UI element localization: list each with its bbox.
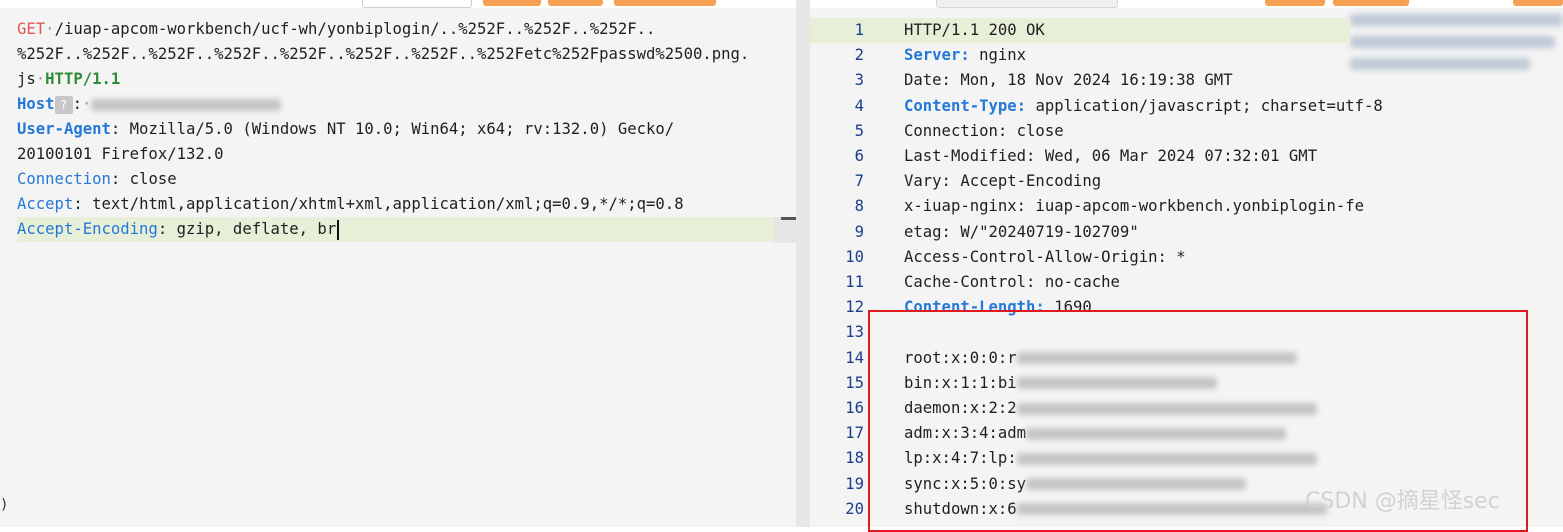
response-value: HTTP/1.1 200 OK [904, 21, 1045, 39]
response-value: application/javascript; charset=utf-8 [1026, 96, 1383, 115]
request-line-3: js·HTTP/1.1 [17, 70, 121, 88]
response-value: nginx [969, 46, 1027, 65]
response-line-text: Last-Modified: Wed, 06 Mar 2024 07:32:01… [904, 144, 1317, 169]
line-number: 8 [854, 197, 864, 216]
response-line-text: Cache-Control: no-cache [904, 270, 1120, 295]
response-line-text: Vary: Accept-Encoding [904, 169, 1101, 194]
response-line-1: 1 HTTP/1.1 200 OK [810, 18, 1350, 43]
toolbar-button-2[interactable] [483, 0, 541, 6]
request-method: GET [17, 20, 46, 38]
response-toolbar [810, 0, 1563, 8]
header-conn-key: Connection [17, 170, 111, 188]
header-conn-value: close [120, 170, 177, 188]
request-path-2: %252F..%252F..%252F..%252F..%252F..%252F… [17, 45, 750, 63]
response-header-key: Content-Type: [904, 96, 1027, 115]
line-number: 11 [845, 273, 864, 291]
request-toolbar [0, 0, 796, 8]
response-line-5: 5 Connection: close [810, 119, 1563, 144]
header-accept: Accept: text/html,application/xhtml+xml,… [17, 195, 684, 213]
line-number: 15 [845, 373, 864, 392]
request-line-2: %252F..%252F..%252F..%252F..%252F..%252F… [17, 42, 749, 67]
line-number: 4 [854, 96, 864, 115]
response-line-text: Server: nginx [904, 43, 1026, 68]
response-value: Cache-Control: no-cache [904, 273, 1120, 291]
header-ua-value-2: 20100101 Firefox/132.0 [17, 145, 224, 163]
response-line-text: Content-Type: application/javascript; ch… [904, 94, 1383, 119]
toolbar-button-7[interactable] [1513, 0, 1563, 6]
scrollbar-track[interactable] [774, 217, 796, 243]
request-line-1: GET·/iuap-apcom-workbench/ucf-wh/yonbipl… [17, 20, 656, 38]
request-protocol: HTTP/1.1 [45, 70, 121, 88]
watermark: CSDN @摘星怪sec [1305, 489, 1500, 514]
line-number: 7 [854, 172, 864, 191]
text-caret [337, 219, 340, 240]
header-host-key: Host [17, 95, 55, 113]
gutter-marker-icon: ) [0, 497, 9, 513]
request-editor[interactable]: GET·/iuap-apcom-workbench/ucf-wh/yonbipl… [0, 8, 796, 527]
response-line-text: Connection: close [904, 119, 1064, 144]
header-ae-value: gzip, deflate, br [167, 220, 337, 238]
response-line-7: 7 Vary: Accept-Encoding [810, 169, 1563, 194]
toolbar-field[interactable] [936, 0, 1118, 8]
header-user-agent-cont: 20100101 Firefox/132.0 [17, 142, 224, 167]
header-ae-key: Accept-Encoding [17, 220, 158, 238]
help-icon[interactable]: ? [54, 95, 73, 114]
line-number: 13 [845, 323, 864, 342]
response-value: etag: W/"20240719-102709" [904, 222, 1139, 241]
toolbar-button-6[interactable] [1333, 0, 1409, 6]
redacted-host-value [91, 98, 282, 111]
line-number: 9 [854, 222, 864, 241]
response-header-key: Server: [904, 46, 970, 65]
header-host: Host?:· [17, 92, 282, 117]
response-value: Vary: Accept-Encoding [904, 172, 1102, 191]
response-line-3: 3 Date: Mon, 18 Nov 2024 16:19:38 GMT [810, 68, 1563, 93]
response-line-10: 10 Access-Control-Allow-Origin: * [810, 245, 1563, 270]
header-accept-value: text/html,application/xhtml+xml,applicat… [82, 195, 684, 213]
toolbar-button-4[interactable] [614, 0, 716, 6]
response-line-text: x-iuap-nginx: iuap-apcom-workbench.yonbi… [904, 194, 1364, 219]
pane-divider[interactable] [796, 0, 810, 527]
request-path-3: js [17, 70, 36, 88]
response-value: Last-Modified: Wed, 06 Mar 2024 07:32:01… [904, 147, 1318, 165]
response-value: Access-Control-Allow-Origin: * [904, 247, 1186, 266]
line-number: 18 [845, 449, 864, 468]
response-line-2: 2 Server: nginx [810, 43, 1563, 68]
response-value: Date: Mon, 18 Nov 2024 16:19:38 GMT [904, 71, 1233, 90]
line-number: 17 [845, 424, 864, 443]
response-line-9: 9 etag: W/"20240719-102709" [810, 220, 1563, 245]
scrollbar-thumb[interactable] [781, 217, 796, 220]
header-accept-encoding: Accept-Encoding: gzip, deflate, br [17, 217, 774, 242]
response-line-text: Date: Mon, 18 Nov 2024 16:19:38 GMT [904, 68, 1233, 93]
line-number: 16 [845, 399, 864, 417]
response-line-text: etag: W/"20240719-102709" [904, 220, 1139, 245]
line-number: 1 [854, 21, 864, 39]
response-value: x-iuap-nginx: iuap-apcom-workbench.yonbi… [904, 197, 1365, 216]
line-number: 2 [854, 46, 864, 65]
line-number: 20 [845, 499, 864, 518]
response-line-6: 6 Last-Modified: Wed, 06 Mar 2024 07:32:0… [810, 144, 1563, 169]
header-user-agent: User-Agent: Mozilla/5.0 (Windows NT 10.0… [17, 120, 675, 138]
response-line-text: HTTP/1.1 200 OK [904, 18, 1045, 43]
response-line-11: 11 Cache-Control: no-cache [810, 270, 1563, 295]
line-number: 3 [854, 71, 864, 90]
request-path-1: /iuap-apcom-workbench/ucf-wh/yonbiplogin… [54, 20, 656, 38]
line-number: 14 [845, 348, 864, 367]
header-connection: Connection: close [17, 170, 177, 188]
line-number: 6 [854, 147, 864, 165]
response-line-text: Access-Control-Allow-Origin: * [904, 245, 1186, 270]
line-number: 19 [845, 474, 864, 493]
header-ua-key: User-Agent [17, 120, 111, 138]
header-accept-key: Accept [17, 195, 74, 213]
response-line-4: 4 Content-Type: application/javascript; c… [810, 94, 1563, 119]
line-number: 12 [845, 298, 864, 317]
toolbar-button-1[interactable] [362, 0, 472, 8]
header-ua-value-1: Mozilla/5.0 (Windows NT 10.0; Win64; x64… [120, 120, 675, 138]
line-number: 5 [854, 121, 864, 140]
toolbar-button-3[interactable] [548, 0, 603, 6]
response-value: Connection: close [904, 121, 1064, 140]
line-number: 10 [845, 247, 864, 266]
toolbar-button-5[interactable] [1265, 0, 1325, 6]
response-line-8: 8 x-iuap-nginx: iuap-apcom-workbench.yonb… [810, 194, 1563, 219]
